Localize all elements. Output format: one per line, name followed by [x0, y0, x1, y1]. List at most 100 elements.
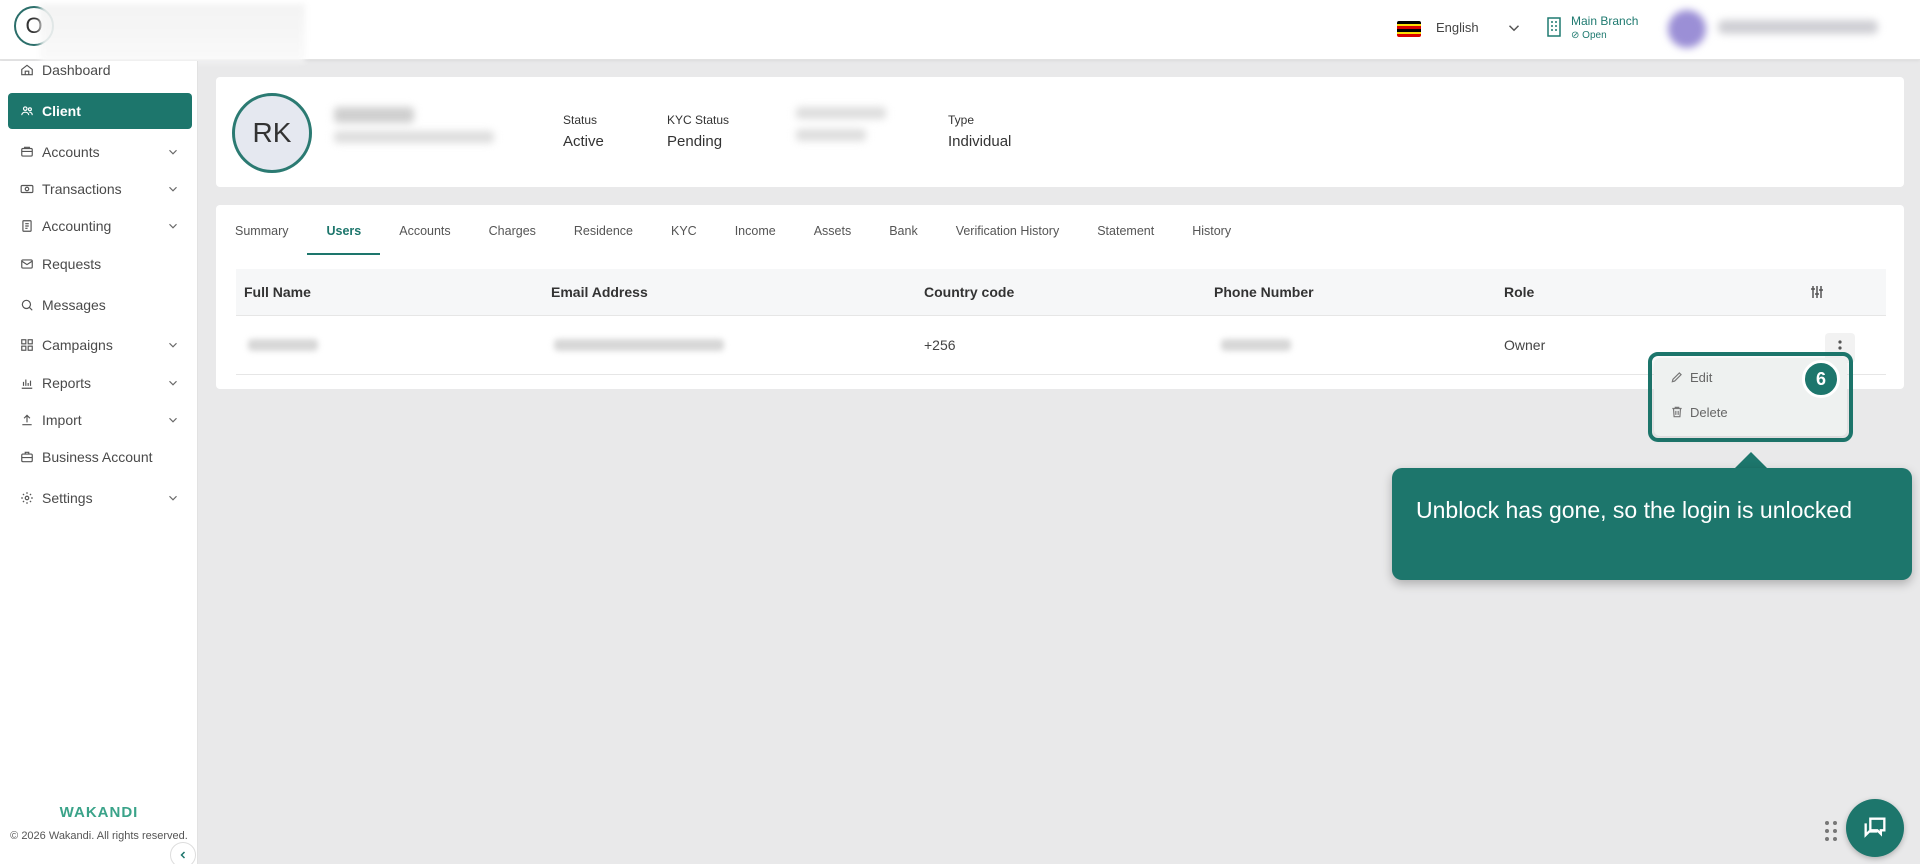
mail-icon [21, 259, 33, 269]
sidebar-item-label: Campaigns [42, 337, 113, 353]
tab-users[interactable]: Users [307, 205, 381, 255]
transactions-icon [20, 184, 34, 194]
sidebar-item-dashboard[interactable]: Dashboard [8, 52, 192, 88]
chat-button[interactable] [1846, 799, 1904, 857]
status-label: Status [563, 113, 598, 127]
column-email-address[interactable]: Email Address [551, 269, 648, 316]
trash-icon [1672, 406, 1682, 418]
uganda-flag-icon[interactable] [1397, 21, 1421, 37]
table-header: Full Name Email Address Country code Pho… [236, 269, 1886, 316]
user-profile-redacted[interactable] [1668, 8, 1888, 48]
type-value: Individual [948, 133, 1012, 150]
step-number-badge: 6 [1802, 360, 1840, 398]
upload-icon [22, 414, 32, 426]
column-full-name[interactable]: Full Name [244, 269, 311, 316]
message-icon [21, 299, 33, 311]
sidebar-item-label: Messages [42, 297, 106, 313]
branch-status-text: Open [1582, 30, 1607, 41]
sidebar-item-label: Transactions [42, 181, 122, 197]
sidebar-item-business-account[interactable]: Business Account [8, 439, 192, 475]
column-country-code[interactable]: Country code [924, 269, 1014, 316]
home-icon [21, 64, 33, 76]
chevron-down-icon [169, 223, 177, 229]
users-table: Full Name Email Address Country code Pho… [236, 269, 1886, 375]
chevron-down-icon [169, 342, 177, 348]
tab-kyc[interactable]: KYC [652, 205, 716, 255]
country-code-cell: +256 [924, 337, 956, 353]
sidebar-item-label: Business Account [42, 449, 153, 465]
sidebar-item-client[interactable]: Client [8, 93, 192, 129]
sidebar-item-reports[interactable]: Reports [8, 365, 192, 401]
edit-menu-item[interactable]: Edit [1670, 367, 1712, 387]
column-phone-number[interactable]: Phone Number [1214, 269, 1314, 316]
avatar [1668, 10, 1706, 48]
sidebar-item-label: Dashboard [42, 62, 111, 78]
sidebar-item-label: Requests [42, 256, 102, 272]
client-name-redacted [334, 107, 504, 147]
sidebar-item-label: Settings [42, 490, 93, 506]
full-name-redacted [248, 339, 318, 351]
tab-summary[interactable]: Summary [216, 205, 307, 255]
chevron-down-icon [169, 380, 177, 386]
column-settings-icon[interactable] [1809, 284, 1825, 300]
chat-icon [1864, 817, 1886, 838]
sidebar-item-label: Reports [42, 375, 92, 391]
tab-verification-history[interactable]: Verification History [937, 205, 1079, 255]
grid-icon [21, 339, 33, 351]
chevron-down-icon[interactable] [1505, 19, 1523, 37]
pencil-icon [1671, 372, 1682, 383]
tab-assets[interactable]: Assets [795, 205, 871, 255]
guide-tooltip: Unblock has gone, so the login is unlock… [1392, 468, 1912, 580]
sidebar-item-label: Client [42, 103, 81, 119]
tab-bank[interactable]: Bank [870, 205, 937, 255]
sidebar-item-label: Accounting [42, 218, 112, 234]
table-row[interactable]: +256 Owner [236, 316, 1886, 375]
kyc-status-label: KYC Status [667, 113, 730, 127]
kyc-status-value: Pending [667, 133, 723, 150]
collapse-sidebar-button[interactable] [170, 842, 196, 864]
client-header-card: RK Status Active KYC Status Pending Type… [216, 77, 1904, 187]
user-name-redacted [1718, 20, 1878, 34]
building-icon [1547, 17, 1561, 37]
sidebar-item-label: Accounts [42, 144, 100, 160]
chevron-down-icon [169, 417, 177, 423]
ledger-icon [22, 220, 32, 232]
drag-handle-icon[interactable] [1824, 820, 1838, 842]
sidebar-item-accounting[interactable]: Accounting [8, 208, 192, 244]
brand-logo: WAKANDI [59, 804, 139, 821]
chevron-down-icon [169, 186, 177, 192]
tab-charges[interactable]: Charges [470, 205, 555, 255]
delete-label: Delete [1690, 404, 1728, 420]
users-icon [21, 106, 33, 116]
sidebar-item-label: Import [42, 412, 82, 428]
tab-accounts[interactable]: Accounts [380, 205, 469, 255]
sidebar-item-import[interactable]: Import [8, 402, 192, 438]
top-bar: O English Main Branch ⊘ Open [0, 0, 1920, 62]
gear-icon [21, 492, 33, 504]
accounts-icon [21, 146, 33, 157]
delete-menu-item[interactable]: Delete [1670, 402, 1728, 422]
tab-history[interactable]: History [1173, 205, 1250, 255]
phone-number-redacted [1221, 339, 1291, 351]
chevron-down-icon [169, 495, 177, 501]
branch-name[interactable]: Main Branch [1571, 14, 1638, 28]
copyright-text: © 2026 Wakandi. All rights reserved. [10, 830, 188, 842]
sidebar-item-settings[interactable]: Settings [8, 480, 192, 516]
tab-residence[interactable]: Residence [555, 205, 652, 255]
tab-income[interactable]: Income [716, 205, 795, 255]
sidebar-item-requests[interactable]: Requests [8, 246, 192, 282]
briefcase-icon [21, 451, 33, 463]
status-value: Active [563, 133, 604, 150]
sidebar-item-transactions[interactable]: Transactions [8, 171, 192, 207]
sidebar-item-messages[interactable]: Messages [8, 287, 192, 323]
role-cell: Owner [1504, 337, 1546, 353]
client-avatar: RK [232, 93, 312, 173]
email-redacted [554, 339, 724, 351]
chevron-left-icon [180, 851, 186, 859]
sidebar-item-campaigns[interactable]: Campaigns [8, 327, 192, 363]
column-role[interactable]: Role [1504, 269, 1534, 316]
client-tabs: Summary Users Accounts Charges Residence KYC I… [216, 205, 1250, 255]
sidebar-item-accounts[interactable]: Accounts [8, 134, 192, 170]
language-selector[interactable]: English [1436, 20, 1479, 35]
tab-statement[interactable]: Statement [1078, 205, 1173, 255]
